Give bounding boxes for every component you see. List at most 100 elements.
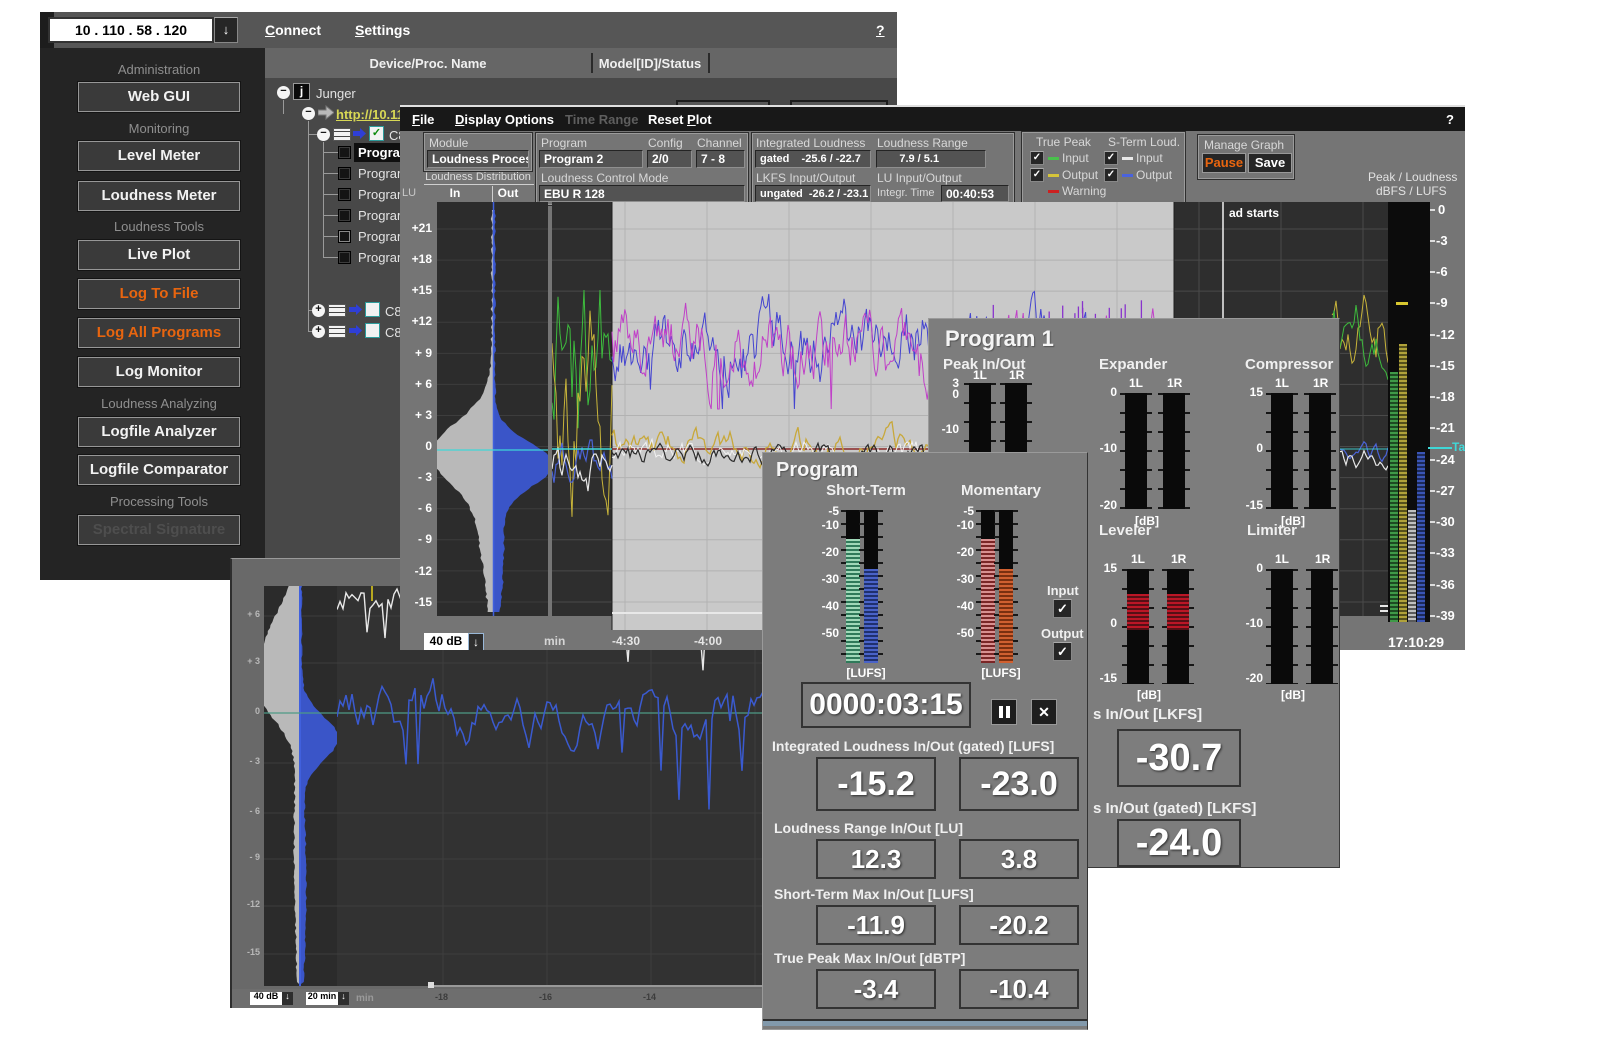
bg-range-select[interactable]: 20 min <box>306 992 338 1005</box>
db-unit: [dB] <box>1137 689 1161 702</box>
meter-tick: 0 <box>1235 442 1263 455</box>
lu-tick: -12 <box>400 565 432 578</box>
distribution-title: Loudness Distribution <box>422 171 534 183</box>
meter-tick: 15 <box>1089 562 1117 575</box>
meter-tick: -10 <box>1089 442 1117 455</box>
bg-scale-select[interactable]: 40 dB <box>250 992 282 1005</box>
menu-reset-plot[interactable]: Reset Plot <box>648 112 712 127</box>
integrated-loudness-value: gated -25.6 / -22.7 <box>755 150 871 168</box>
blue-arrow-icon <box>349 324 363 337</box>
leveler-meter-1r <box>1162 569 1194 684</box>
menu-settings[interactable]: Settings <box>355 22 410 38</box>
program-icon <box>339 252 350 263</box>
lu-tick: + 3 <box>400 409 432 422</box>
plot-help-button[interactable]: ? <box>1446 112 1454 127</box>
tree-expander-url[interactable]: − <box>302 107 315 120</box>
tree-expander-c8092[interactable]: + <box>312 304 325 317</box>
save-button[interactable]: Save <box>1248 153 1292 173</box>
right-tick: -3 <box>1436 234 1448 248</box>
input-checkbox[interactable]: ✓ <box>1053 599 1072 618</box>
mo-tick: -5 <box>942 505 974 518</box>
plot-time-tick2: -4:00 <box>694 635 722 648</box>
right-tick-dash <box>1430 271 1435 273</box>
plot-scale-dropdown[interactable]: ↓ <box>468 633 484 650</box>
compressor-label: Compressor <box>1245 357 1333 374</box>
tree-line <box>283 100 284 114</box>
right-tick: -15 <box>1436 359 1455 373</box>
device-checkbox-c8491[interactable] <box>365 323 380 338</box>
readout2-value: -24.0 <box>1117 819 1241 867</box>
right-tick: -39 <box>1436 609 1455 623</box>
sidebar-button-logfile-comparator[interactable]: Logfile Comparator <box>78 455 240 485</box>
bg-lu-tick: - 3 <box>236 757 260 767</box>
tree-expander-c8491[interactable]: + <box>312 325 325 338</box>
lu-unit-label: LU <box>402 187 416 199</box>
right-tick-dash <box>1430 334 1435 336</box>
right-tick: -24 <box>1436 453 1455 467</box>
sidebar-button-live-plot[interactable]: Live Plot <box>78 240 240 270</box>
mo-unit: [LUFS] <box>951 667 1051 680</box>
bg-lu-tick: 0 <box>236 707 260 717</box>
device-checkbox-c8092[interactable] <box>365 302 380 317</box>
sidebar-section-loudness-tools: Loudness Tools <box>78 219 240 234</box>
sidebar-section-processing-tools: Processing Tools <box>78 494 240 509</box>
tree-item-junger[interactable]: Junger <box>316 86 356 101</box>
channel-label: Channel <box>697 136 742 150</box>
bg-range-dropdown[interactable]: ↓ <box>338 992 349 1005</box>
meter-tick: -20 <box>1089 499 1117 512</box>
channel-label: 1L <box>1275 553 1289 566</box>
program-icon <box>339 231 350 242</box>
channel-label: 1R <box>1315 553 1330 566</box>
ip-address-input[interactable] <box>48 17 214 43</box>
pause-meter-button[interactable] <box>991 699 1017 725</box>
sidebar-button-log-monitor[interactable]: Log Monitor <box>78 357 240 387</box>
st-tick: -5 <box>807 505 839 518</box>
device-checkbox-c8492[interactable]: ✓ <box>369 126 384 141</box>
loudness-range-label: Loudness Range <box>877 136 968 150</box>
st-tick: -30 <box>807 573 839 586</box>
program-label: Program <box>541 136 587 150</box>
program1-title: Program 1 <box>945 327 1054 351</box>
manage-graph-title: Manage Graph <box>1204 138 1284 152</box>
tree-stub <box>323 173 339 174</box>
tree-expander-junger[interactable]: − <box>277 86 290 99</box>
menu-file[interactable]: File <box>412 112 434 127</box>
pause-button[interactable]: Pause <box>1202 153 1246 173</box>
meter-bar-gray <box>1408 510 1416 622</box>
sidebar-button-loudness-meter[interactable]: Loudness Meter <box>78 181 240 211</box>
tree-expander-c8492[interactable]: − <box>317 128 330 141</box>
close-meter-button[interactable]: ✕ <box>1031 699 1057 725</box>
plot-clock: 17:10:29 <box>1388 635 1444 650</box>
meter-tick: 0 <box>935 388 959 401</box>
program-icon <box>339 168 350 179</box>
right-tick-dash <box>1430 615 1435 617</box>
sidebar-button-logfile-analyzer[interactable]: Logfile Analyzer <box>78 417 240 447</box>
right-tick: -27 <box>1436 484 1455 498</box>
sidebar-button-web-gui[interactable]: Web GUI <box>78 82 240 112</box>
right-tick: -21 <box>1436 421 1455 435</box>
lu-tick: 0 <box>400 440 432 453</box>
right-tick-dash <box>1430 552 1435 554</box>
output-checkbox[interactable]: ✓ <box>1053 642 1072 661</box>
help-button[interactable]: ? <box>876 22 885 38</box>
plot-scale-select[interactable]: 40 dB <box>424 633 468 650</box>
bg-scale-dropdown[interactable]: ↓ <box>282 992 293 1005</box>
ip-dropdown-button[interactable]: ↓ <box>214 17 238 43</box>
bg-scrollbar-handle[interactable] <box>428 982 434 988</box>
st-output-color <box>1122 174 1133 177</box>
right-tick-dash <box>1430 302 1435 304</box>
leveler-meter-1l <box>1122 569 1154 684</box>
program-icon <box>339 147 350 158</box>
st-input-checkbox[interactable]: ✓ <box>1104 151 1118 165</box>
tp-output-checkbox[interactable]: ✓ <box>1030 168 1044 182</box>
menu-display-options[interactable]: Display Options <box>455 112 554 127</box>
sidebar-button-level-meter[interactable]: Level Meter <box>78 141 240 171</box>
menu-connect[interactable]: Connect <box>265 22 321 38</box>
lu-tick: +21 <box>400 222 432 235</box>
sidebar-button-log-to-file[interactable]: Log To File <box>78 279 240 309</box>
right-tick-dash <box>1430 240 1435 242</box>
sidebar-button-log-all-programs[interactable]: Log All Programs <box>78 318 240 348</box>
row3-in-value: -11.9 <box>816 905 936 945</box>
tp-input-checkbox[interactable]: ✓ <box>1030 151 1044 165</box>
st-output-checkbox[interactable]: ✓ <box>1104 168 1118 182</box>
